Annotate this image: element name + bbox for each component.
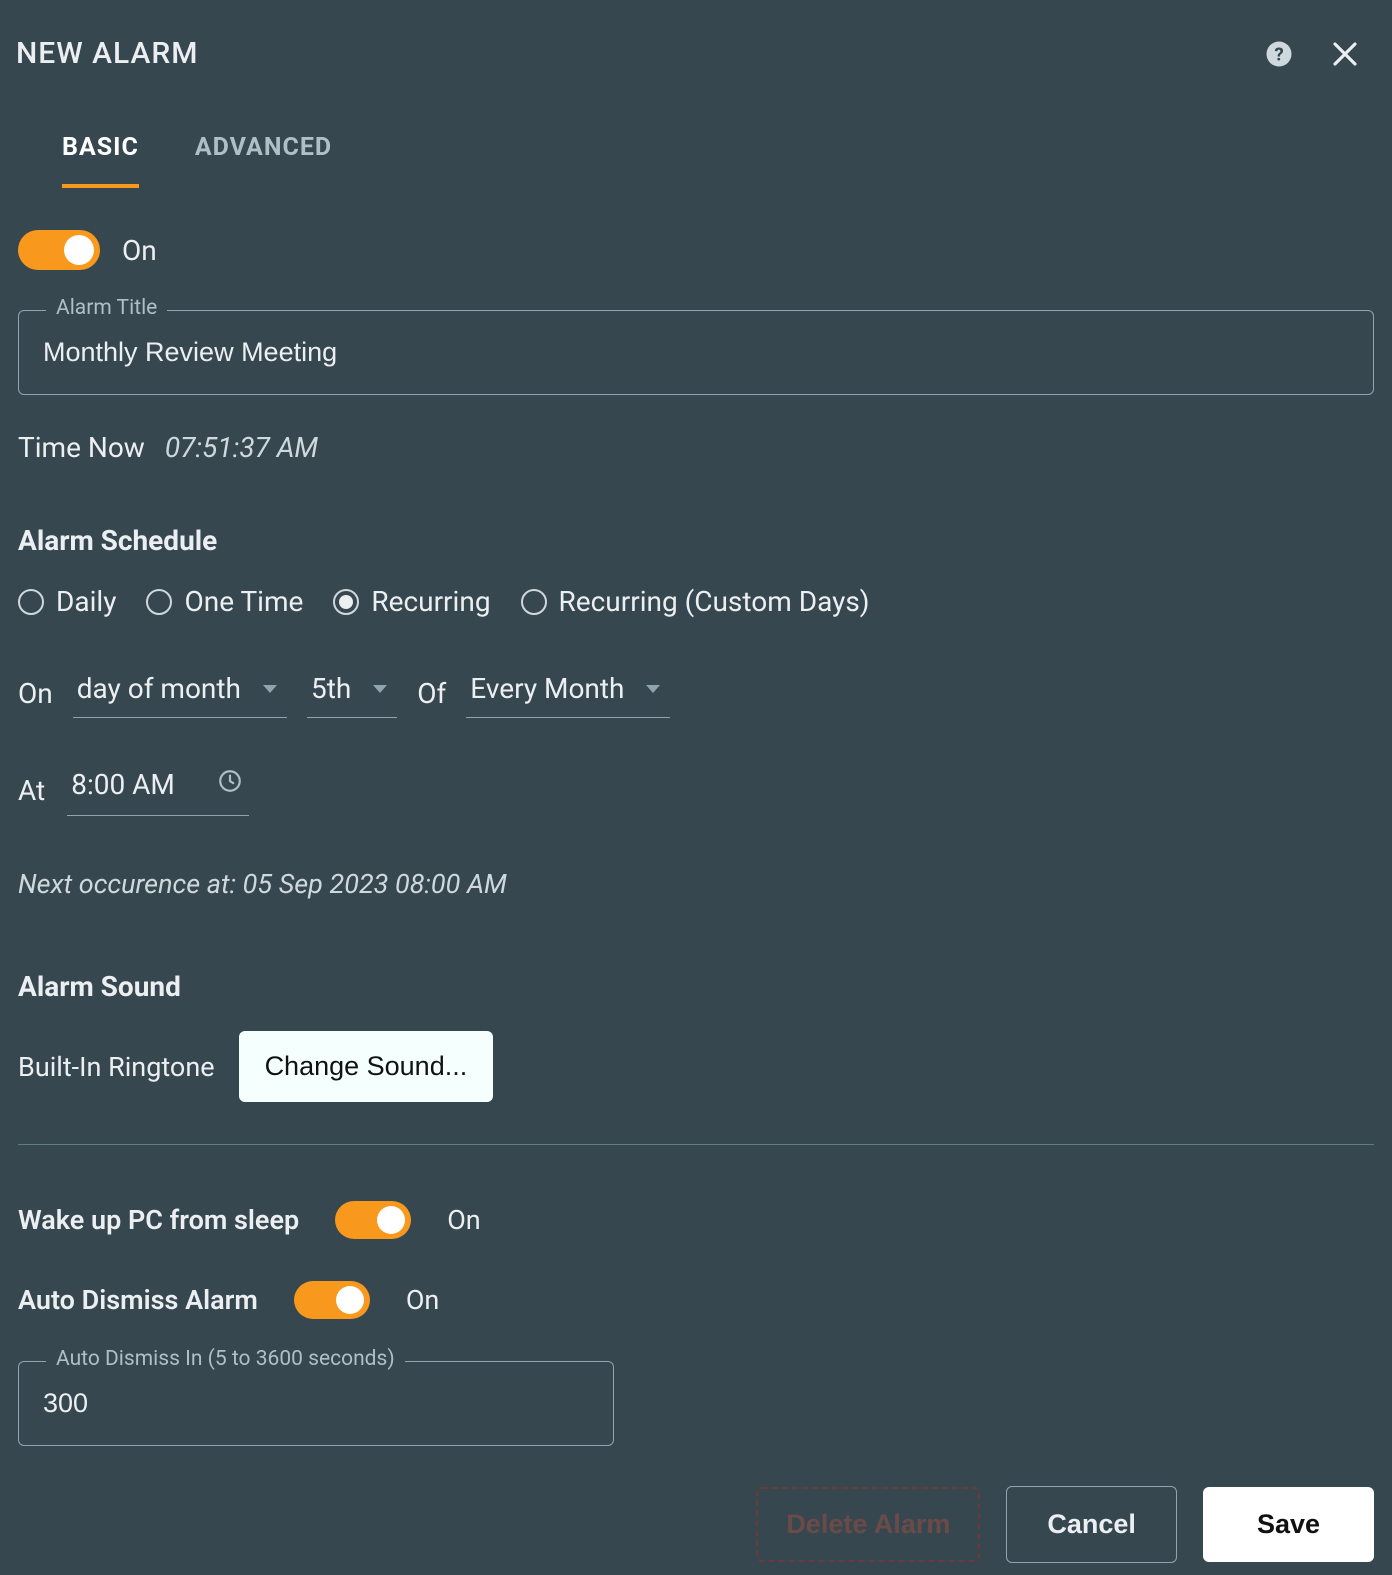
change-sound-button[interactable]: Change Sound... <box>239 1031 494 1102</box>
chevron-down-icon <box>646 685 660 693</box>
auto-dismiss-input[interactable] <box>18 1361 614 1446</box>
at-time-value: 8:00 AM <box>71 768 175 801</box>
auto-dismiss-label: Auto Dismiss Alarm <box>18 1284 258 1316</box>
divider <box>18 1144 1374 1145</box>
close-icon[interactable] <box>1330 39 1360 69</box>
alarm-title-field: Alarm Title <box>18 310 1374 395</box>
time-now-label: Time Now <box>18 431 145 464</box>
alarm-enabled-label: On <box>122 234 157 267</box>
footer-buttons: Delete Alarm Cancel Save <box>18 1486 1374 1563</box>
at-label: At <box>18 774 45 807</box>
radio-recurring-label: Recurring <box>371 585 490 618</box>
auto-dismiss-field-label: Auto Dismiss In (5 to 3600 seconds) <box>46 1347 405 1371</box>
radio-recurring[interactable]: Recurring <box>333 585 490 618</box>
at-time-input[interactable]: 8:00 AM <box>67 764 249 816</box>
time-now-value: 07:51:37 AM <box>165 431 318 464</box>
auto-dismiss-state: On <box>406 1284 440 1316</box>
wake-pc-label: Wake up PC from sleep <box>18 1204 299 1236</box>
sound-heading: Alarm Sound <box>18 970 1374 1003</box>
tab-advanced[interactable]: ADVANCED <box>195 133 332 188</box>
clock-icon <box>217 768 243 801</box>
delete-alarm-button[interactable]: Delete Alarm <box>756 1487 980 1562</box>
tab-bar: BASIC ADVANCED <box>16 133 1376 188</box>
chevron-down-icon <box>373 685 387 693</box>
dialog-header: NEW ALARM ? <box>16 16 1376 83</box>
on-mode-select[interactable]: day of month <box>73 668 287 718</box>
radio-daily-label: Daily <box>56 585 116 618</box>
period-value: Every Month <box>470 672 624 705</box>
cancel-button[interactable]: Cancel <box>1006 1486 1177 1563</box>
wake-pc-toggle[interactable] <box>335 1201 411 1239</box>
auto-dismiss-toggle[interactable] <box>294 1281 370 1319</box>
sound-current: Built-In Ringtone <box>18 1051 215 1083</box>
next-occurrence-text: Next occurence at: 05 Sep 2023 08:00 AM <box>18 868 1374 900</box>
tab-basic[interactable]: BASIC <box>62 133 139 188</box>
ordinal-value: 5th <box>311 672 351 705</box>
radio-recurring-custom-label: Recurring (Custom Days) <box>559 585 870 618</box>
alarm-title-input[interactable] <box>18 310 1374 395</box>
schedule-heading: Alarm Schedule <box>18 524 1374 557</box>
wake-pc-state: On <box>447 1204 481 1236</box>
of-label: Of <box>417 677 446 710</box>
alarm-title-label: Alarm Title <box>46 296 167 320</box>
auto-dismiss-field: Auto Dismiss In (5 to 3600 seconds) <box>18 1361 614 1446</box>
dialog-title: NEW ALARM <box>16 36 198 71</box>
help-icon[interactable]: ? <box>1264 39 1294 69</box>
ordinal-select[interactable]: 5th <box>307 668 397 718</box>
radio-one-time[interactable]: One Time <box>146 585 303 618</box>
radio-daily[interactable]: Daily <box>18 585 116 618</box>
schedule-radio-group: Daily One Time Recurring Recurring (Cust… <box>18 585 1374 618</box>
on-mode-value: day of month <box>77 672 241 705</box>
radio-one-time-label: One Time <box>184 585 303 618</box>
save-button[interactable]: Save <box>1203 1487 1374 1562</box>
period-select[interactable]: Every Month <box>466 668 670 718</box>
on-label: On <box>18 677 53 710</box>
chevron-down-icon <box>263 685 277 693</box>
radio-recurring-custom[interactable]: Recurring (Custom Days) <box>521 585 870 618</box>
svg-text:?: ? <box>1274 43 1283 65</box>
alarm-enabled-toggle[interactable] <box>18 230 100 270</box>
